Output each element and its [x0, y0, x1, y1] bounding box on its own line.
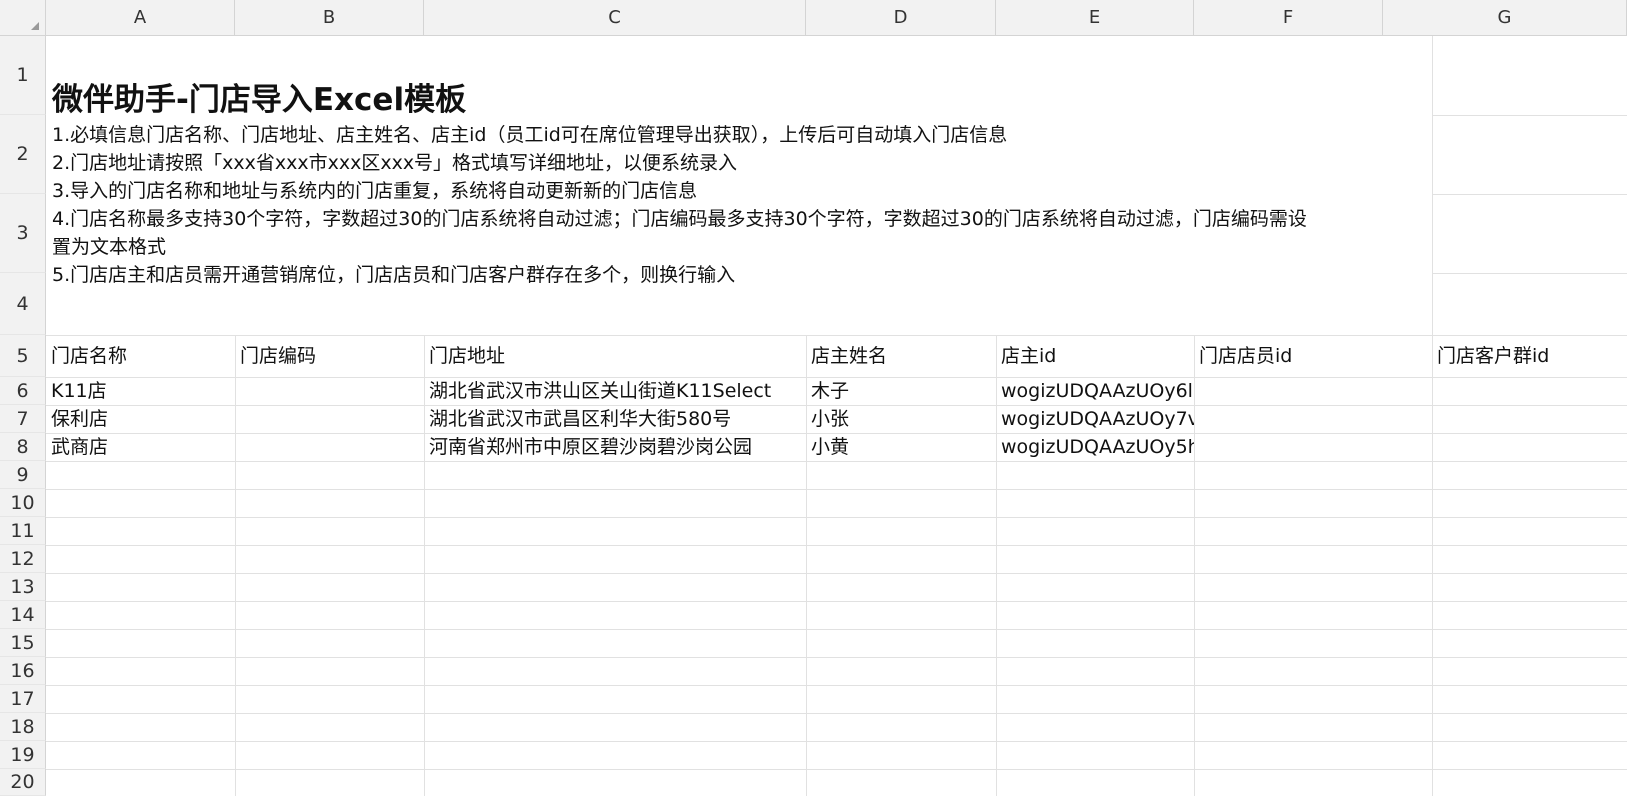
header-store-code[interactable]: 门店编码: [236, 335, 424, 377]
cell-store-address[interactable]: 湖北省武汉市洪山区关山街道K11Select: [425, 377, 806, 405]
row-header-9[interactable]: 9: [0, 461, 46, 489]
row-header-7[interactable]: 7: [0, 405, 46, 433]
row-header-11[interactable]: 11: [0, 517, 46, 545]
cell-store-code[interactable]: [236, 377, 424, 405]
row-header-6[interactable]: 6: [0, 377, 46, 405]
row-header-5[interactable]: 5: [0, 335, 46, 377]
gridline: [46, 601, 1627, 602]
gridline: [46, 545, 1627, 546]
row-header-2[interactable]: 2: [0, 115, 46, 194]
column-header-d[interactable]: D: [806, 0, 996, 36]
cell-owner-id[interactable]: wogizUDQAAzUOy7v: [997, 405, 1194, 433]
merged-info-cell[interactable]: 微伴助手-门店导入Excel模板 1.必填信息门店名称、门店地址、店主姓名、店主…: [47, 36, 1431, 335]
select-all-triangle-icon: [31, 22, 39, 30]
gridline: [46, 517, 1627, 518]
row-header-14[interactable]: 14: [0, 601, 46, 629]
row-header-13[interactable]: 13: [0, 573, 46, 601]
column-header-a[interactable]: A: [46, 0, 235, 36]
cell-store-code[interactable]: [236, 433, 424, 461]
cell-store-address[interactable]: 河南省郑州市中原区碧沙岗碧沙岗公园: [425, 433, 806, 461]
row-header-12[interactable]: 12: [0, 545, 46, 573]
instruction-line-4-cont: 置为文本格式: [52, 236, 167, 258]
gridline: [46, 461, 1627, 462]
cell-staff-id[interactable]: [1195, 377, 1432, 405]
cell-staff-id[interactable]: [1195, 405, 1432, 433]
row-header-17[interactable]: 17: [0, 685, 46, 713]
cell-store-name[interactable]: 武商店: [47, 433, 235, 461]
header-customer-group-id[interactable]: 门店客户群id: [1433, 335, 1627, 377]
gridline: [46, 629, 1627, 630]
column-header-c[interactable]: C: [424, 0, 806, 36]
cell-store-name[interactable]: 保利店: [47, 405, 235, 433]
cell-owner-name[interactable]: 小张: [807, 405, 996, 433]
row-header-16[interactable]: 16: [0, 657, 46, 685]
row-header-8[interactable]: 8: [0, 433, 46, 461]
select-all-corner[interactable]: [0, 0, 46, 36]
gridline: [46, 769, 1627, 770]
gridline: [46, 685, 1627, 686]
gridline: [46, 657, 1627, 658]
row-header-3[interactable]: 3: [0, 194, 46, 273]
gridline: [46, 573, 1627, 574]
column-header-b[interactable]: B: [235, 0, 424, 36]
header-owner-id[interactable]: 店主id: [997, 335, 1194, 377]
row-header-1[interactable]: 1: [0, 36, 46, 115]
column-header-f[interactable]: F: [1194, 0, 1383, 36]
instruction-line-4: 4.门店名称最多支持30个字符，字数超过30的门店系统将自动过滤；门店编码最多支…: [52, 208, 1307, 230]
instruction-line-3: 3.导入的门店名称和地址与系统内的门店重复，系统将自动更新新的门店信息: [52, 180, 698, 202]
instruction-line-5: 5.门店店主和店员需开通营销席位，门店店员和门店客户群存在多个，则换行输入: [52, 264, 736, 286]
row-header-10[interactable]: 10: [0, 489, 46, 517]
cell-customer-group-id[interactable]: [1433, 377, 1627, 405]
gridline: [46, 741, 1627, 742]
cell-customer-group-id[interactable]: [1433, 405, 1627, 433]
cell-store-name[interactable]: K11店: [47, 377, 235, 405]
row-header-18[interactable]: 18: [0, 713, 46, 741]
header-staff-id[interactable]: 门店店员id: [1195, 335, 1432, 377]
column-header-e[interactable]: E: [996, 0, 1194, 36]
row-header-4[interactable]: 4: [0, 273, 46, 335]
instruction-line-2: 2.门店地址请按照「xxx省xxx市xxx区xxx号」格式填写详细地址，以便系统…: [52, 152, 738, 174]
cell-store-address[interactable]: 湖北省武汉市武昌区利华大街580号: [425, 405, 806, 433]
cell-owner-id[interactable]: wogizUDQAAzUOy6l: [997, 377, 1194, 405]
column-header-g[interactable]: G: [1383, 0, 1627, 36]
gridline: [1432, 273, 1627, 274]
instruction-line-1: 1.必填信息门店名称、门店地址、店主姓名、店主id（员工id可在席位管理导出获取…: [52, 124, 1008, 146]
gridline: [1432, 194, 1627, 195]
cell-owner-name[interactable]: 小黄: [807, 433, 996, 461]
cell-owner-id[interactable]: wogizUDQAAzUOy5h: [997, 433, 1194, 461]
header-store-name[interactable]: 门店名称: [47, 335, 235, 377]
cell-staff-id[interactable]: [1195, 433, 1432, 461]
spreadsheet-grid[interactable]: A B C D E F G 1 2 3 4 5 6 7 8 9 10 11 12…: [0, 0, 1627, 796]
gridline: [1432, 115, 1627, 116]
row-header-19[interactable]: 19: [0, 741, 46, 769]
gridline: [46, 713, 1627, 714]
template-title: 微伴助手-门店导入Excel模板: [52, 82, 467, 118]
cell-customer-group-id[interactable]: [1433, 433, 1627, 461]
header-store-address[interactable]: 门店地址: [425, 335, 806, 377]
header-owner-name[interactable]: 店主姓名: [807, 335, 996, 377]
row-header-20[interactable]: 20: [0, 769, 46, 796]
row-header-15[interactable]: 15: [0, 629, 46, 657]
gridline: [46, 489, 1627, 490]
cell-store-code[interactable]: [236, 405, 424, 433]
cell-owner-name[interactable]: 木子: [807, 377, 996, 405]
